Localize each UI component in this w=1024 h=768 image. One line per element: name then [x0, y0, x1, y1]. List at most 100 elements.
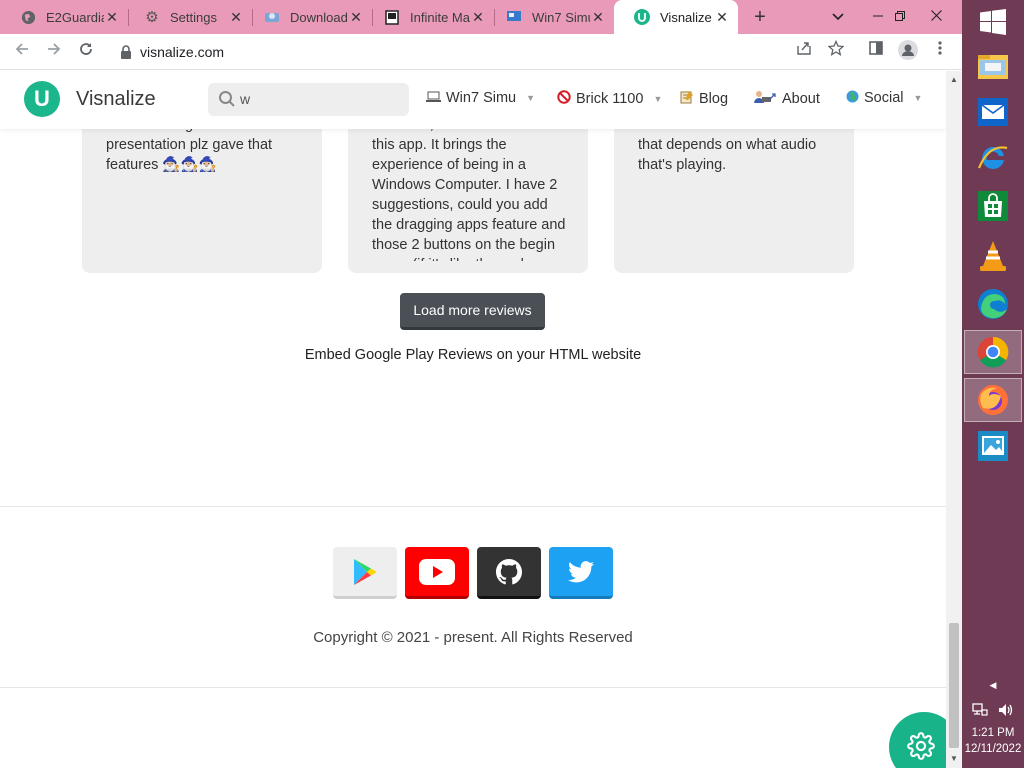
- browser-toolbar: visnalize.com: [0, 34, 962, 70]
- globe-icon: [20, 9, 36, 25]
- menu-label: About: [782, 90, 820, 107]
- reload-button[interactable]: [74, 40, 98, 64]
- site-brand[interactable]: Visnalize: [76, 88, 156, 111]
- tab-title: Download: [290, 9, 348, 25]
- network-icon[interactable]: [972, 702, 988, 718]
- store-button[interactable]: [964, 184, 1022, 228]
- internet-explorer-icon: [977, 146, 1008, 169]
- github-icon: [496, 558, 522, 584]
- menu-kebab-icon[interactable]: [928, 40, 952, 64]
- tab-search-button[interactable]: [818, 0, 858, 34]
- load-more-reviews-button[interactable]: Load more reviews: [400, 293, 545, 330]
- store-icon: [978, 191, 1008, 221]
- chrome-button[interactable]: [964, 330, 1022, 374]
- vlc-icon: [980, 241, 1006, 271]
- internet-explorer-button[interactable]: [964, 136, 1022, 180]
- menu-item-brick-1100[interactable]: Brick 1100 ▼: [557, 90, 662, 107]
- tab-title: Settings: [170, 9, 217, 25]
- youtube-icon: [419, 558, 455, 585]
- site-search-box[interactable]: [208, 83, 409, 116]
- mail-button[interactable]: [964, 90, 1022, 134]
- clock-date[interactable]: 12/11/2022: [962, 743, 1024, 755]
- globe-icon: [846, 90, 859, 106]
- profile-avatar-icon[interactable]: [896, 40, 920, 64]
- chevron-down-icon: ▼: [653, 93, 663, 104]
- embed-reviews-link[interactable]: Embed Google Play Reviews on your HTML w…: [0, 347, 946, 363]
- tab-settings[interactable]: ⚙ Settings ✕: [124, 0, 252, 34]
- address-bar[interactable]: visnalize.com: [106, 38, 861, 66]
- menu-label: Blog: [699, 90, 729, 107]
- tab-title: Win7 Simu: [532, 9, 590, 25]
- review-text: Visnalize, I will forever love this app.…: [372, 117, 566, 261]
- file-explorer-button[interactable]: [964, 44, 1022, 88]
- footer-divider: [0, 506, 946, 507]
- forward-button[interactable]: [42, 40, 66, 64]
- bookmark-star-icon[interactable]: [824, 39, 848, 64]
- prohibited-icon: [557, 90, 571, 107]
- tab-e2guardian[interactable]: E2Guardian ✕: [0, 0, 128, 34]
- screen: E2Guardian ✕ ⚙ Settings ✕ Download ✕: [0, 0, 1024, 768]
- tab-visnalize[interactable]: Visnalize ✕: [614, 0, 738, 34]
- twitter-button[interactable]: [549, 547, 613, 599]
- firefox-button[interactable]: [964, 378, 1022, 422]
- google-play-icon: [354, 558, 377, 585]
- tab-title: Visnalize: [660, 9, 712, 25]
- close-icon[interactable]: ✕: [104, 9, 120, 26]
- twitter-icon: [568, 560, 594, 582]
- site-logo[interactable]: U: [24, 81, 60, 117]
- gear-icon: [907, 732, 935, 760]
- menu-label: Social: [864, 90, 904, 106]
- scroll-thumb[interactable]: [949, 623, 959, 748]
- scroll-up-arrow[interactable]: ▲: [946, 73, 962, 87]
- gear-icon: ⚙: [145, 9, 159, 26]
- volume-icon[interactable]: [998, 702, 1014, 718]
- side-panel-icon[interactable]: [864, 40, 888, 64]
- edge-button[interactable]: [964, 282, 1022, 326]
- close-icon[interactable]: ✕: [348, 9, 364, 26]
- laptop-icon: [426, 91, 441, 106]
- close-icon[interactable]: ✕: [228, 9, 244, 26]
- tab-win7-simu[interactable]: Win7 Simu ✕: [486, 0, 614, 34]
- menu-item-about[interactable]: About: [753, 90, 820, 107]
- new-tab-button[interactable]: +: [748, 5, 772, 29]
- download-site-icon: [264, 9, 280, 25]
- file-explorer-icon: [978, 55, 1008, 79]
- share-icon[interactable]: [792, 40, 816, 64]
- lock-icon: [121, 45, 131, 59]
- close-window-button[interactable]: [916, 0, 956, 34]
- book-icon: [384, 9, 400, 25]
- firefox-icon: [978, 385, 1008, 415]
- menu-label: Brick 1100: [576, 90, 644, 107]
- google-play-button[interactable]: [333, 547, 397, 599]
- close-icon[interactable]: ✕: [714, 9, 730, 26]
- footer-divider: [0, 687, 946, 688]
- close-icon[interactable]: ✕: [590, 9, 606, 26]
- close-icon[interactable]: ✕: [470, 9, 486, 26]
- tab-download[interactable]: Download ✕: [244, 0, 372, 34]
- search-input[interactable]: [240, 91, 400, 107]
- clock-time[interactable]: 1:21 PM: [962, 727, 1024, 739]
- page-scrollbar[interactable]: ▲ ▼: [946, 71, 962, 768]
- menu-item-blog[interactable]: Blog: [680, 90, 728, 107]
- chevron-down-icon: ▼: [913, 93, 923, 103]
- vlc-button[interactable]: [964, 234, 1022, 278]
- chrome-icon: [977, 336, 1009, 368]
- tab-strip: E2Guardian ✕ ⚙ Settings ✕ Download ✕: [0, 0, 962, 34]
- tab-title: E2Guardian: [46, 9, 104, 25]
- github-button[interactable]: [477, 547, 541, 599]
- url-text: visnalize.com: [140, 44, 225, 60]
- scroll-down-arrow[interactable]: ▼: [946, 752, 962, 766]
- youtube-button[interactable]: [405, 547, 469, 599]
- menu-item-win7-simu[interactable]: Win7 Simu ▼: [426, 90, 535, 106]
- show-hidden-icons-chevron[interactable]: ◀: [962, 680, 1024, 691]
- site-header: U Visnalize Win7 Simu ▼: [0, 71, 946, 129]
- photos-button[interactable]: [964, 424, 1022, 468]
- settings-fab-button[interactable]: [889, 712, 946, 768]
- menu-item-social[interactable]: Social ▼: [846, 90, 922, 106]
- tab-infinite-mac[interactable]: Infinite Ma ✕: [364, 0, 494, 34]
- start-button[interactable]: [964, 0, 1022, 44]
- system-tray: [962, 702, 1024, 718]
- back-button[interactable]: [10, 40, 34, 64]
- restore-button[interactable]: [880, 0, 920, 34]
- page-viewport: am searching Power Shit for presentation…: [0, 71, 946, 768]
